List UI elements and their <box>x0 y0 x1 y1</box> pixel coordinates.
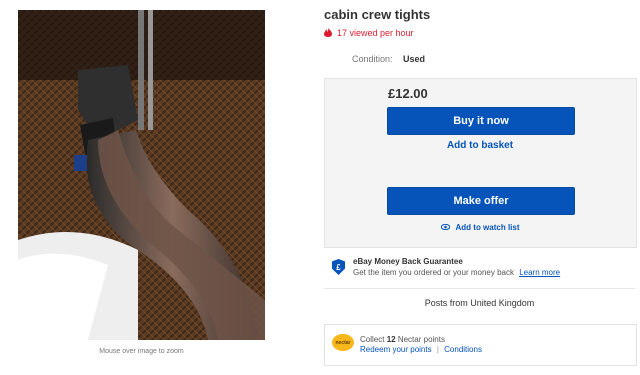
nectar-collect: Collect 12 Nectar points <box>360 335 445 344</box>
guarantee-title: eBay Money Back Guarantee <box>353 257 463 266</box>
condition-label: Condition: <box>352 54 393 64</box>
learn-more-link[interactable]: Learn more <box>519 268 560 277</box>
nectar-collect-suffix: Nectar points <box>397 335 445 344</box>
nectar-points: 12 <box>386 335 396 344</box>
money-back-guarantee: £ eBay Money Back Guarantee Get the item… <box>332 257 560 277</box>
make-offer-button[interactable]: Make offer <box>387 187 575 215</box>
nectar-collect-prefix: Collect <box>360 335 385 344</box>
flame-icon <box>324 27 332 39</box>
divider <box>324 288 635 289</box>
condition-row: Condition: Used <box>352 54 425 64</box>
nectar-separator: | <box>436 345 439 354</box>
viewed-stat: 17 viewed per hour <box>324 27 414 39</box>
condition-value: Used <box>403 54 426 64</box>
product-photo-graphic <box>18 10 265 340</box>
price: £12.00 <box>388 86 428 101</box>
nectar-links: Redeem your points | Conditions <box>360 345 482 354</box>
buy-now-button[interactable]: Buy it now <box>387 107 575 135</box>
listing-title: cabin crew tights <box>324 7 431 22</box>
conditions-link[interactable]: Conditions <box>444 345 482 354</box>
guarantee-description: Get the item you ordered or your money b… <box>353 268 514 277</box>
add-to-watch-list-link[interactable]: Add to watch list <box>387 223 573 232</box>
eye-icon <box>440 223 450 232</box>
add-to-basket-link[interactable]: Add to basket <box>387 140 573 151</box>
nectar-logo: nectar <box>332 334 354 351</box>
product-image[interactable] <box>18 10 265 340</box>
watch-label: Add to watch list <box>455 223 520 232</box>
viewed-text: 17 viewed per hour <box>337 28 414 38</box>
guarantee-text: Get the item you ordered or your money b… <box>353 268 560 277</box>
redeem-points-link[interactable]: Redeem your points <box>360 345 432 354</box>
posts-from: Posts from United Kingdom <box>424 298 535 308</box>
shield-icon: £ <box>332 259 345 275</box>
zoom-hint: Mouse over image to zoom <box>99 348 184 355</box>
